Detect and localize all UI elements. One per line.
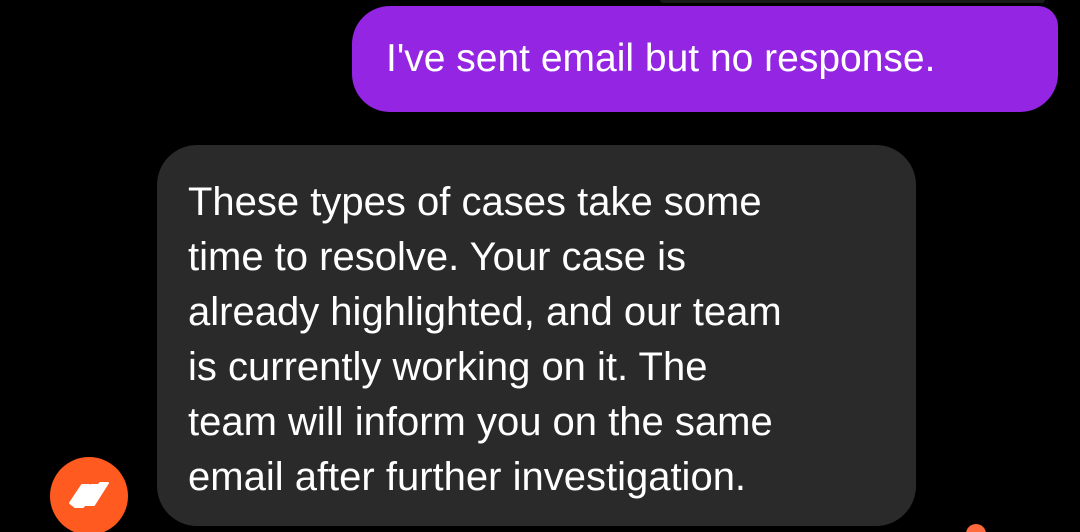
agent-message-line: team will inform you on the same — [188, 400, 773, 444]
user-message-bubble[interactable]: I've sent email but no response. — [352, 6, 1058, 112]
agent-message-line: time to resolve. Your case is — [188, 235, 687, 279]
user-message-text: I've sent email but no response. — [386, 37, 936, 80]
agent-message-bubble[interactable]: These types of cases take some time to r… — [157, 145, 916, 526]
agent-avatar[interactable] — [50, 457, 128, 532]
chat-thread: I've sent email but no response. These t… — [0, 0, 1080, 532]
agent-message-line: email after further investigation. — [188, 455, 747, 499]
agent-message-line: is currently working on it. The — [188, 345, 708, 389]
brand-logo-icon — [69, 482, 109, 508]
agent-message-line: already highlighted, and our team — [188, 290, 782, 334]
agent-message-line: These types of cases take some — [188, 180, 762, 224]
reaction-indicator-icon[interactable] — [966, 524, 986, 532]
agent-message-text: These types of cases take some time to r… — [188, 175, 886, 505]
previous-message-edge — [660, 0, 1045, 3]
